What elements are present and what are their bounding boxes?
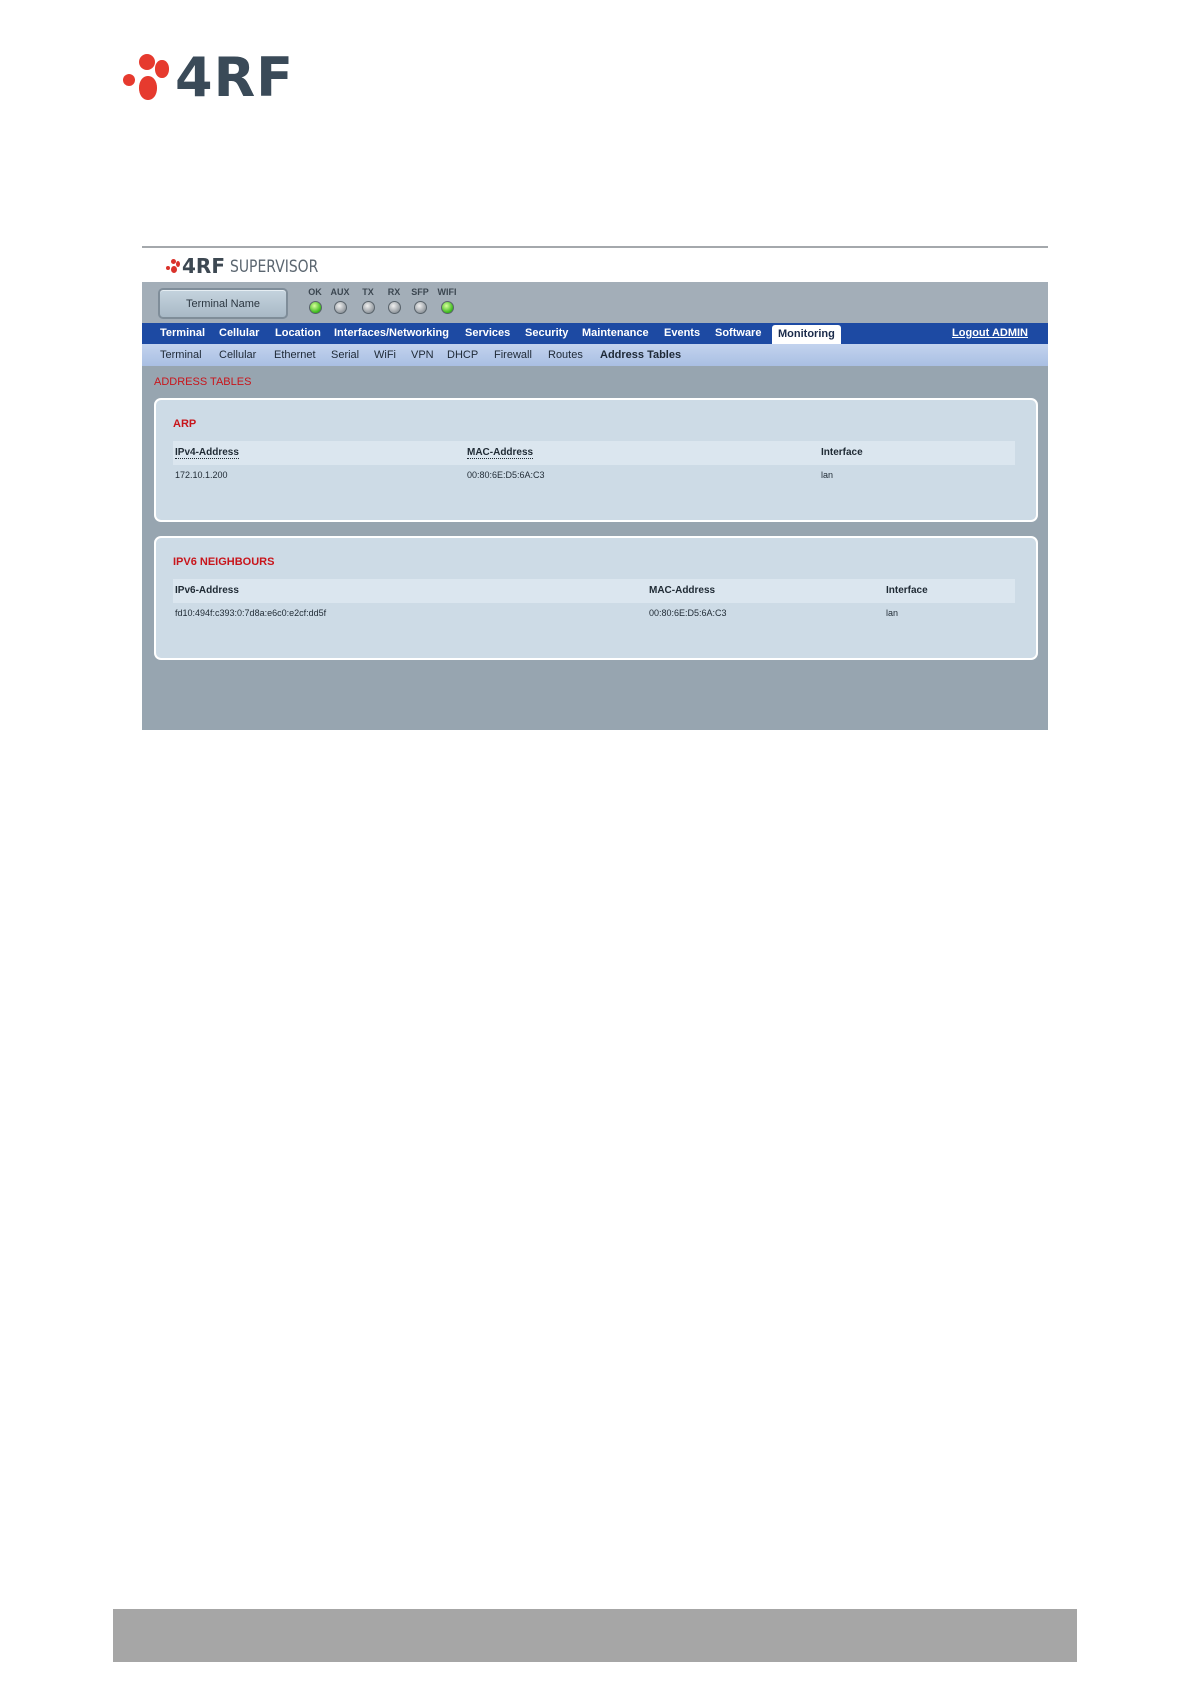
status-led-icon xyxy=(333,301,347,314)
led-label: WIFI xyxy=(437,287,457,297)
brand-mark-icon xyxy=(166,259,180,273)
page-footer-bar xyxy=(113,1609,1077,1662)
ipv6-neighbours-panel: IPV6 NEIGHBOURS IPv6-Address MAC-Address… xyxy=(154,536,1038,660)
cell-ipv6-address: fd10:494f:c393:0:7d8a:e6c0:e2cf:dd5f xyxy=(175,608,327,618)
column-header-interface: Interface xyxy=(821,447,863,458)
status-led-icon xyxy=(308,301,322,314)
column-header-ipv4-address: IPv4-Address xyxy=(175,447,239,459)
subnav-ethernet[interactable]: Ethernet xyxy=(274,344,316,366)
ipv6-table-header: IPv6-Address MAC-Address Interface xyxy=(173,579,1015,603)
nav-events[interactable]: Events xyxy=(658,323,706,344)
subnav-cellular[interactable]: Cellular xyxy=(219,344,256,366)
nav-security[interactable]: Security xyxy=(519,323,574,344)
status-led-icon xyxy=(361,301,375,314)
column-header-interface: Interface xyxy=(886,585,928,596)
led-label: OK xyxy=(308,287,322,297)
led-label: SFP xyxy=(411,287,429,297)
nav-monitoring[interactable]: Monitoring xyxy=(772,325,841,344)
column-header-mac-address: MAC-Address xyxy=(467,447,534,459)
cell-mac-address: 00:80:6E:D5:6A:C3 xyxy=(649,608,727,618)
column-header-mac-address: MAC-Address xyxy=(649,585,716,596)
status-bar: Terminal Name OK AUX TX RX SFP WIFI xyxy=(142,282,1048,323)
led-ok: OK xyxy=(303,286,327,314)
subnav-address-tables[interactable]: Address Tables xyxy=(600,344,681,366)
led-label: TX xyxy=(362,287,374,297)
led-rx: RX xyxy=(382,286,406,314)
status-led-icon xyxy=(440,301,454,314)
led-aux: AUX xyxy=(328,286,352,314)
ipv6-neighbours-title: IPV6 NEIGHBOURS xyxy=(173,556,275,568)
arp-panel: ARP IPv4-Address MAC-Address Interface 1… xyxy=(154,398,1038,522)
cell-mac-address: 00:80:6E:D5:6A:C3 xyxy=(467,470,545,480)
content-area: ADDRESS TABLES ARP IPv4-Address MAC-Addr… xyxy=(142,366,1048,730)
nav-location[interactable]: Location xyxy=(269,323,327,344)
arp-table-header: IPv4-Address MAC-Address Interface xyxy=(173,441,1015,465)
subnav-dhcp[interactable]: DHCP xyxy=(447,344,478,366)
main-nav: Terminal Cellular Location Interfaces/Ne… xyxy=(142,323,1048,344)
table-row: fd10:494f:c393:0:7d8a:e6c0:e2cf:dd5f 00:… xyxy=(173,603,1015,623)
subnav-serial[interactable]: Serial xyxy=(331,344,359,366)
led-wifi: WIFI xyxy=(435,286,459,314)
nav-maintenance[interactable]: Maintenance xyxy=(576,323,655,344)
led-sfp: SFP xyxy=(408,286,432,314)
company-logo: 4RF xyxy=(123,46,295,109)
brand-name: 4RF xyxy=(182,254,225,278)
nav-software[interactable]: Software xyxy=(709,323,767,344)
cell-interface: lan xyxy=(821,470,834,480)
cell-interface: lan xyxy=(886,608,899,618)
nav-terminal[interactable]: Terminal xyxy=(154,323,211,344)
subnav-firewall[interactable]: Firewall xyxy=(494,344,532,366)
column-header-ipv6-address: IPv6-Address xyxy=(175,585,239,596)
cell-ipv4-address: 172.10.1.200 xyxy=(175,470,228,480)
logo-mark-icon xyxy=(123,54,169,102)
led-tx: TX xyxy=(356,286,380,314)
logout-link[interactable]: Logout ADMIN xyxy=(952,323,1028,344)
nav-cellular[interactable]: Cellular xyxy=(213,323,265,344)
status-led-icon xyxy=(387,301,401,314)
terminal-name-button[interactable]: Terminal Name xyxy=(158,288,288,319)
led-label: RX xyxy=(387,287,401,297)
brand-bar: 4RF SUPERVISOR xyxy=(142,248,1048,282)
subnav-wifi[interactable]: WiFi xyxy=(374,344,396,366)
nav-services[interactable]: Services xyxy=(459,323,516,344)
table-row: 172.10.1.200 00:80:6E:D5:6A:C3 lan xyxy=(173,465,1015,485)
supervisor-window: 4RF SUPERVISOR Terminal Name OK AUX TX R… xyxy=(142,246,1048,730)
subnav-terminal[interactable]: Terminal xyxy=(160,344,202,366)
product-name: SUPERVISOR xyxy=(230,257,319,277)
subnav-vpn[interactable]: VPN xyxy=(411,344,434,366)
subnav-routes[interactable]: Routes xyxy=(548,344,583,366)
page-title: ADDRESS TABLES xyxy=(154,376,252,388)
sub-nav: Terminal Cellular Ethernet Serial WiFi V… xyxy=(142,344,1048,366)
status-led-icon xyxy=(413,301,427,314)
logo-text: 4RF xyxy=(175,46,295,109)
arp-title: ARP xyxy=(173,418,197,430)
led-label: AUX xyxy=(330,287,350,297)
nav-interfaces-networking[interactable]: Interfaces/Networking xyxy=(328,323,455,344)
